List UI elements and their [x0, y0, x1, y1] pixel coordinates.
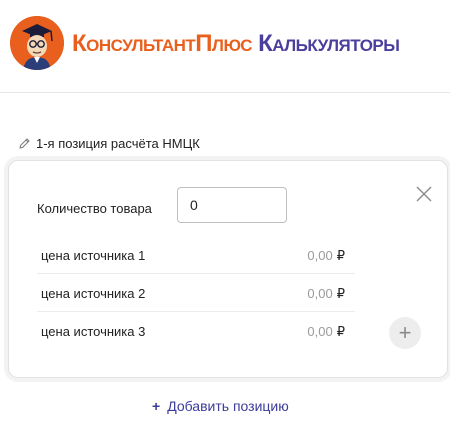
- source-price-amount: 0,00: [307, 286, 333, 301]
- currency-symbol: ₽: [336, 286, 345, 301]
- position-card: Количество товара цена источника 1 0,00₽…: [8, 160, 448, 378]
- quantity-field[interactable]: [177, 187, 287, 223]
- source-price-row: цена источника 2 0,00 ₽: [37, 275, 355, 312]
- position-title-text: 1-я позиция расчёта НМЦК: [36, 136, 200, 151]
- currency-symbol: ₽: [336, 248, 345, 263]
- source-price-value[interactable]: 0,00 ₽: [307, 324, 345, 340]
- source-price-value[interactable]: 0,00 ₽: [307, 248, 345, 264]
- brand-title[interactable]: КонсультантПлюс Калькуляторы: [72, 30, 400, 58]
- plus-icon: +: [398, 320, 412, 345]
- add-position-label: Добавить позицию: [167, 398, 289, 414]
- brand-primary: КонсультантПлюс: [72, 30, 253, 57]
- source-price-amount: 0,00: [307, 324, 333, 339]
- source-price-row: цена источника 3 0,00 ₽: [37, 313, 355, 349]
- pencil-icon[interactable]: [18, 137, 31, 150]
- currency-symbol: ₽: [336, 324, 345, 339]
- consultantplus-mascot-icon[interactable]: [10, 16, 64, 70]
- add-source-button[interactable]: +: [389, 317, 421, 349]
- add-position-link[interactable]: + Добавить позицию: [152, 398, 289, 414]
- source-price-row: цена источника 1 0,00 ₽: [37, 237, 355, 274]
- quantity-label: Количество товара: [37, 201, 152, 216]
- source-price-amount: 0,00: [307, 248, 333, 263]
- source-price-label: цена источника 3: [41, 324, 146, 339]
- source-price-value[interactable]: 0,00 ₽: [307, 286, 345, 302]
- source-price-label: цена источника 1: [41, 248, 146, 263]
- position-title[interactable]: 1-я позиция расчёта НМЦК: [18, 136, 200, 151]
- brand-secondary: Калькуляторы: [258, 30, 400, 57]
- close-icon[interactable]: [413, 183, 435, 205]
- plus-icon: +: [152, 398, 161, 414]
- source-price-label: цена источника 2: [41, 286, 146, 301]
- app-header: КонсультантПлюс Калькуляторы: [0, 0, 450, 93]
